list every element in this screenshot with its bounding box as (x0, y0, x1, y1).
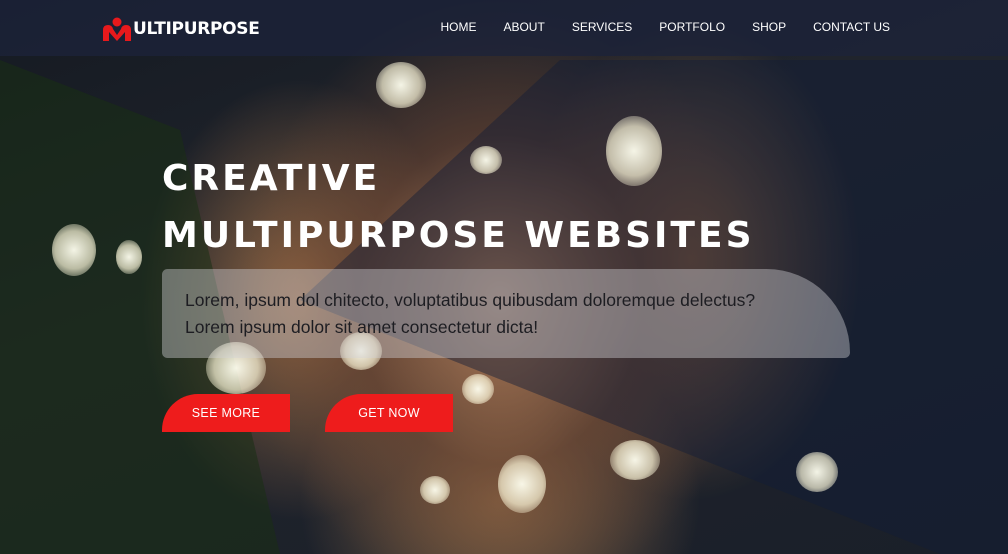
nav-item-home[interactable]: HOME (440, 20, 476, 34)
main-nav: HOME ABOUT SERVICES PORTFOLO SHOP CONTAC… (413, 20, 890, 34)
bokeh-light (498, 455, 546, 513)
hero-headline: CREATIVE MULTIPURPOSE WEBSITES (162, 150, 755, 264)
nav-item-shop[interactable]: SHOP (752, 20, 786, 34)
bokeh-light (462, 374, 494, 404)
hero-section: ULTIPURPOSE HOME ABOUT SERVICES PORTFOLO… (0, 0, 1008, 554)
bokeh-light (420, 476, 450, 504)
hero-headline-line1: CREATIVE (162, 158, 381, 199)
hero-description-line2: Lorem ipsum dolor sit amet consectetur d… (185, 317, 539, 337)
nav-item-contact-us[interactable]: CONTACT US (813, 20, 890, 34)
nav-item-services[interactable]: SERVICES (572, 20, 632, 34)
bokeh-light (376, 62, 426, 108)
logo-mark-icon (102, 17, 132, 41)
nav-item-portfolio[interactable]: PORTFOLO (659, 20, 725, 34)
logo-text: ULTIPURPOSE (133, 19, 260, 39)
hero-headline-line2: MULTIPURPOSE WEBSITES (162, 215, 755, 256)
nav-item-about[interactable]: ABOUT (503, 20, 544, 34)
hero-description-box: Lorem, ipsum dol chitecto, voluptatibus … (162, 269, 850, 358)
see-more-button[interactable]: SEE MORE (162, 394, 290, 432)
bokeh-light (796, 452, 838, 492)
hero-description-line1: Lorem, ipsum dol chitecto, voluptatibus … (185, 290, 756, 310)
bokeh-light (116, 240, 142, 274)
get-now-button[interactable]: GET NOW (325, 394, 453, 432)
bokeh-light (610, 440, 660, 480)
brand-logo[interactable]: ULTIPURPOSE (102, 16, 260, 42)
top-navbar: ULTIPURPOSE HOME ABOUT SERVICES PORTFOLO… (0, 0, 1008, 56)
bokeh-light (52, 224, 96, 276)
